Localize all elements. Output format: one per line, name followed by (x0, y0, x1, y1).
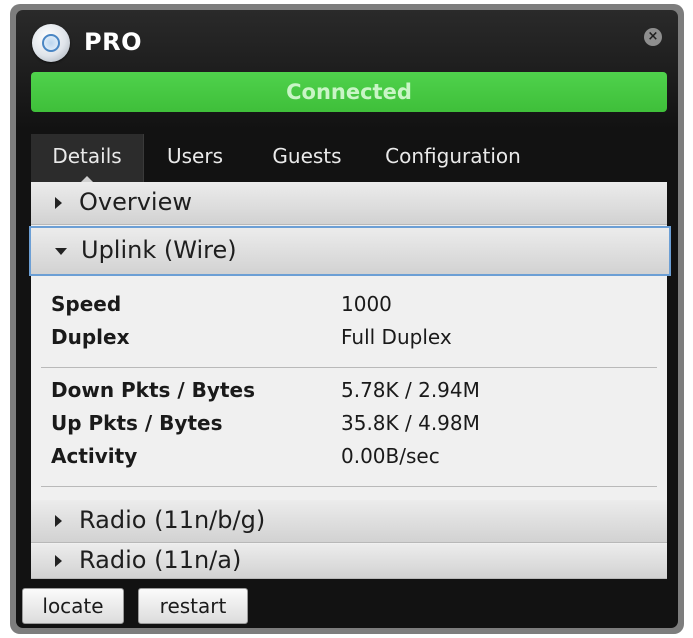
tab-label: Details (52, 144, 122, 168)
tab-guests[interactable]: Guests (253, 134, 361, 182)
detail-row: Down Pkts / Bytes 5.78K / 2.94M (31, 374, 667, 406)
divider (41, 367, 657, 368)
detail-key: Up Pkts / Bytes (51, 411, 223, 435)
device-panel: PRO × Connected Details Users Guests Con… (16, 10, 678, 628)
section-label: Uplink (Wire) (81, 236, 237, 264)
footer-bar: locate restart (16, 588, 678, 628)
section-uplink[interactable]: Uplink (Wire) (29, 226, 671, 276)
detail-value: 35.8K / 4.98M (341, 411, 480, 435)
detail-value: Full Duplex (341, 325, 452, 349)
tab-label: Guests (272, 144, 342, 168)
details-content: Overview Uplink (Wire) Speed 1000 Duplex… (29, 182, 671, 579)
disclosure-right-icon (55, 555, 62, 567)
close-icon[interactable]: × (644, 28, 662, 46)
divider (41, 486, 657, 487)
section-radio-11n-b-g[interactable]: Radio (11n/b/g) (31, 500, 667, 543)
tab-users[interactable]: Users (145, 134, 245, 182)
restart-button[interactable]: restart (138, 588, 248, 624)
device-icon-ring (42, 34, 60, 52)
disclosure-right-icon (55, 515, 62, 527)
title-bar: PRO × (16, 10, 678, 70)
detail-value: 5.78K / 2.94M (341, 378, 480, 402)
section-label: Radio (11n/a) (79, 546, 242, 574)
locate-button[interactable]: locate (22, 588, 124, 624)
detail-row: Speed 1000 (31, 288, 667, 320)
section-label: Overview (79, 188, 192, 216)
detail-value: 1000 (341, 292, 392, 316)
disclosure-right-icon (55, 197, 62, 209)
device-icon (32, 24, 70, 62)
tab-label: Users (166, 144, 223, 168)
detail-key: Duplex (51, 325, 130, 349)
window-title: PRO (84, 28, 142, 56)
section-radio-11n-a[interactable]: Radio (11n/a) (31, 544, 667, 579)
section-overview[interactable]: Overview (31, 182, 667, 225)
tab-label: Configuration (385, 144, 521, 168)
detail-row: Activity 0.00B/sec (31, 440, 667, 472)
tab-configuration[interactable]: Configuration (371, 134, 535, 182)
detail-row: Up Pkts / Bytes 35.8K / 4.98M (31, 407, 667, 439)
detail-key: Activity (51, 444, 138, 468)
detail-value: 0.00B/sec (341, 444, 440, 468)
detail-key: Speed (51, 292, 122, 316)
connection-status-badge: Connected (31, 72, 667, 112)
tab-details[interactable]: Details (31, 134, 144, 183)
detail-row: Duplex Full Duplex (31, 321, 667, 353)
detail-key: Down Pkts / Bytes (51, 378, 255, 402)
disclosure-down-icon (55, 248, 67, 255)
section-label: Radio (11n/b/g) (79, 506, 266, 534)
tab-bar: Details Users Guests Configuration (31, 134, 667, 183)
